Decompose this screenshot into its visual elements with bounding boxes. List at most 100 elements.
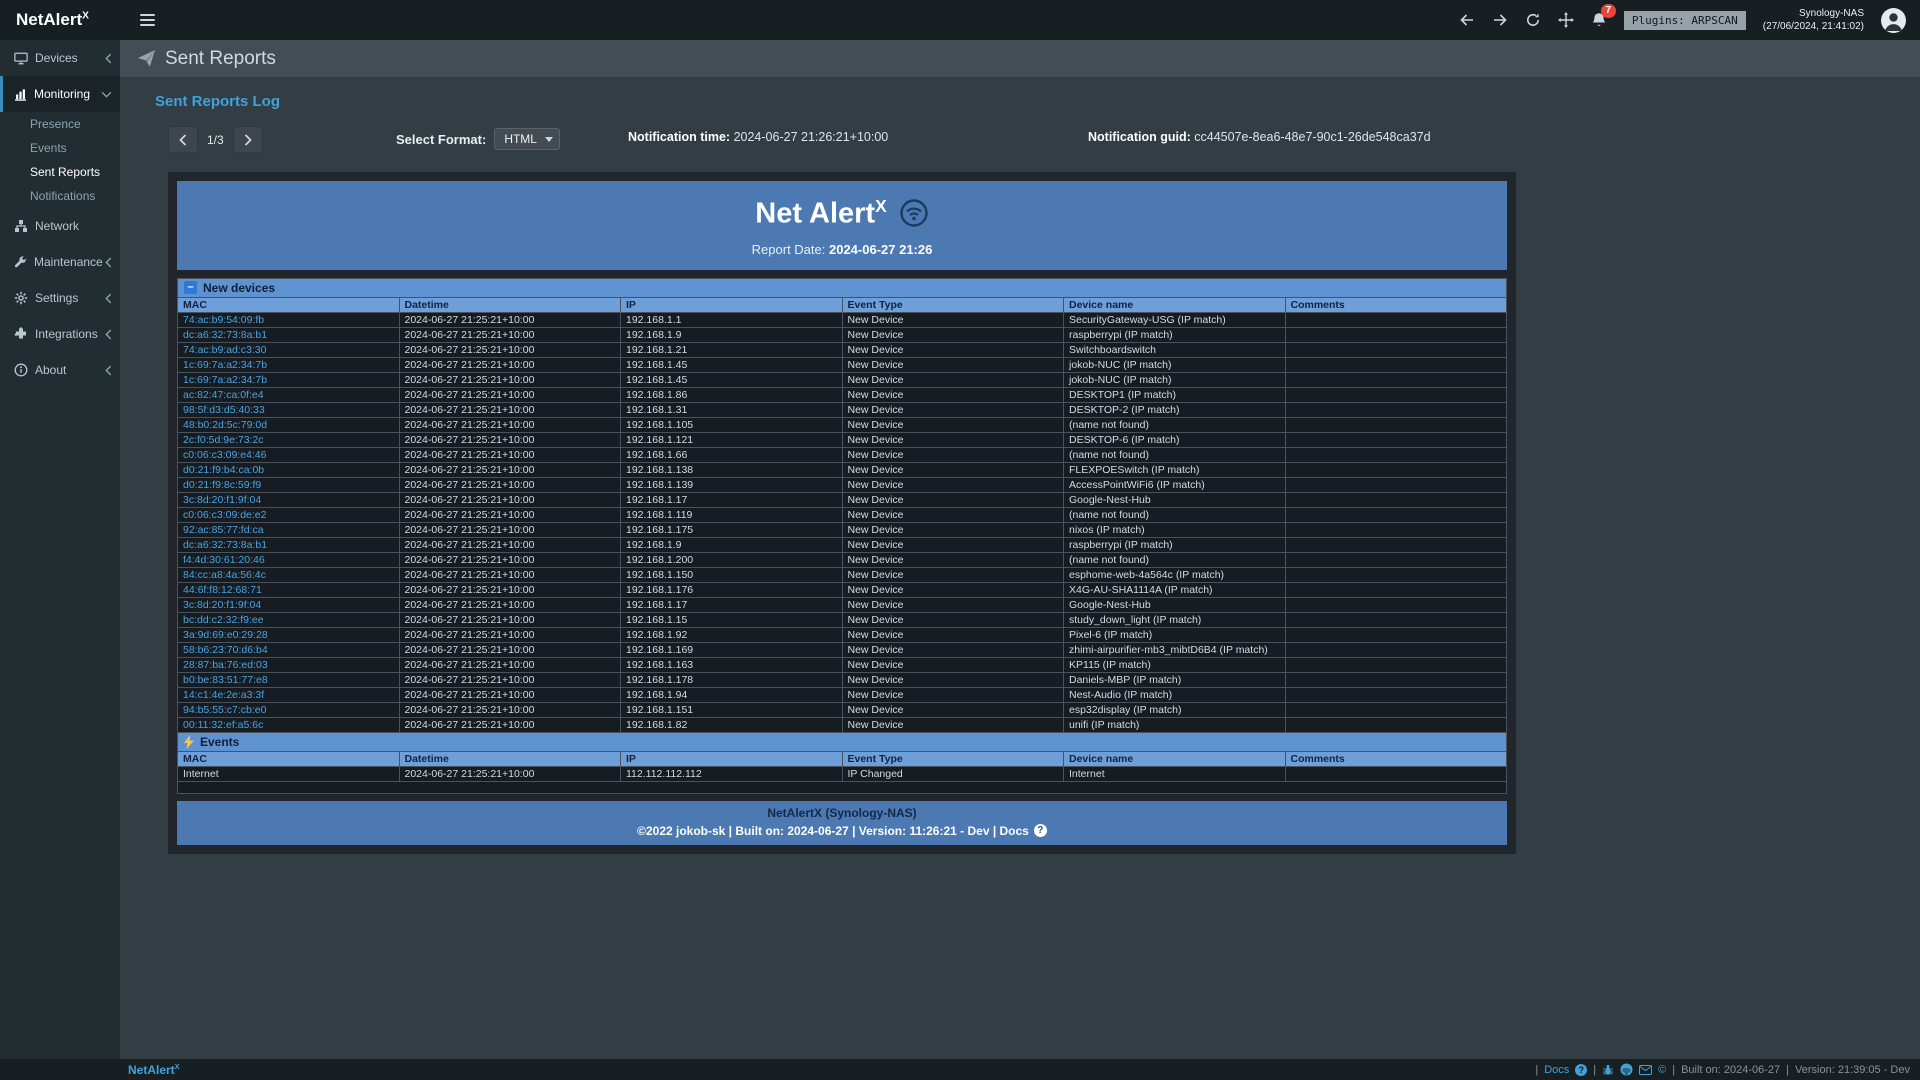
- table-row: 28:87:ba:76:ed:032024-06-27 21:25:21+10:…: [178, 657, 1507, 672]
- page-title: Sent Reports: [165, 48, 276, 70]
- notification-guid-value: cc44507e-8ea6-48e7-90c1-26de548ca37d: [1194, 130, 1430, 144]
- app-logo[interactable]: NetAlertX: [0, 10, 120, 30]
- move-icon[interactable]: [1558, 12, 1574, 28]
- cell: 192.168.1.94: [621, 687, 843, 702]
- sub-item-label: Notifications: [30, 189, 95, 203]
- cell: AccessPointWiFi6 (IP match): [1064, 477, 1286, 492]
- report-controls: 1/3 Select Format: HTML Notification tim…: [120, 120, 1920, 166]
- network-icon: [14, 219, 28, 233]
- table-row: 2c:f0:5d:9e:73:2c2024-06-27 21:25:21+10:…: [178, 432, 1507, 447]
- report-title: Net AlertX: [177, 196, 1507, 231]
- next-page-button[interactable]: [233, 126, 263, 153]
- sidebar-item-notifications[interactable]: Notifications: [0, 184, 120, 208]
- mac-link[interactable]: 74:ac:b9:54:09:fb: [178, 312, 400, 327]
- cell: 2024-06-27 21:25:21+10:00: [399, 372, 621, 387]
- mac-link[interactable]: 14:c1:4e:2e:a3:3f: [178, 687, 400, 702]
- sidebar-item-devices[interactable]: Devices: [0, 40, 120, 76]
- mac-link[interactable]: d0:21:f9:b4:ca:0b: [178, 462, 400, 477]
- table-row: f4:4d:30:61:20:462024-06-27 21:25:21+10:…: [178, 552, 1507, 567]
- mac-link[interactable]: 58:b6:23:70:d6:b4: [178, 642, 400, 657]
- docs-link[interactable]: Docs: [1544, 1064, 1569, 1076]
- mail-icon[interactable]: [1639, 1065, 1652, 1075]
- sidebar-item-about[interactable]: About: [0, 352, 120, 388]
- mac-link[interactable]: bc:dd:c2:32:f9:ee: [178, 612, 400, 627]
- sidebar-item-network[interactable]: Network: [0, 208, 120, 244]
- cell: (name not found): [1064, 552, 1286, 567]
- mac-link[interactable]: b0:be:83:51:77:e8: [178, 672, 400, 687]
- nav-back-icon[interactable]: [1459, 12, 1475, 28]
- mac-link[interactable]: 3a:9d:69:e0:29:28: [178, 627, 400, 642]
- cell: New Device: [842, 552, 1064, 567]
- cell: DESKTOP-2 (IP match): [1064, 402, 1286, 417]
- table-row: 3a:9d:69:e0:29:282024-06-27 21:25:21+10:…: [178, 627, 1507, 642]
- cell: study_down_light (IP match): [1064, 612, 1286, 627]
- mac-link[interactable]: d0:21:f9:8c:59:f9: [178, 477, 400, 492]
- refresh-icon[interactable]: [1525, 12, 1541, 28]
- mac-link[interactable]: 92:ac:85:77:fd:ca: [178, 522, 400, 537]
- mac-link[interactable]: 74:ac:b9:ad:c3:30: [178, 342, 400, 357]
- user-avatar[interactable]: [1881, 8, 1906, 33]
- footer-brand-link[interactable]: NetAlertX: [128, 1062, 179, 1077]
- sidebar-item-label: Network: [35, 219, 112, 233]
- footer-links: | Docs ? | © | Built on: 2024-06-27 | Ve…: [1535, 1063, 1910, 1076]
- sidebar-item-presence[interactable]: Presence: [0, 112, 120, 136]
- mac-link[interactable]: 28:87:ba:76:ed:03: [178, 657, 400, 672]
- mac-link[interactable]: 3c:8d:20:f1:9f:04: [178, 492, 400, 507]
- sub-item-label: Events: [30, 141, 67, 155]
- github-icon[interactable]: [1620, 1063, 1633, 1076]
- mac-link[interactable]: 98:5f:d3:d5:40:33: [178, 402, 400, 417]
- report-date: Report Date: 2024-06-27 21:26: [177, 242, 1507, 257]
- sidebar-item-events[interactable]: Events: [0, 136, 120, 160]
- mac-link[interactable]: 48:b0:2d:5c:79:0d: [178, 417, 400, 432]
- table-row: 92:ac:85:77:fd:ca2024-06-27 21:25:21+10:…: [178, 522, 1507, 537]
- cell: Pixel-6 (IP match): [1064, 627, 1286, 642]
- help-icon[interactable]: ?: [1575, 1064, 1587, 1076]
- mac-link[interactable]: c0:06:c3:09:e4:46: [178, 447, 400, 462]
- table-row: dc:a6:32:73:8a:b12024-06-27 21:25:21+10:…: [178, 327, 1507, 342]
- cell: [1285, 702, 1507, 717]
- cell: unifi (IP match): [1064, 717, 1286, 732]
- report-footer: NetAlertX (Synology-NAS) ©2022 jokob-sk …: [177, 801, 1507, 845]
- mac-link[interactable]: 94:b5:55:c7:cb:e0: [178, 702, 400, 717]
- cell: 2024-06-27 21:25:21+10:00: [399, 672, 621, 687]
- notifications-bell-icon[interactable]: 7: [1591, 12, 1607, 28]
- mac-link[interactable]: c0:06:c3:09:de:e2: [178, 507, 400, 522]
- mac-link[interactable]: 2c:f0:5d:9e:73:2c: [178, 432, 400, 447]
- cell: New Device: [842, 597, 1064, 612]
- copyright-icon[interactable]: ©: [1658, 1064, 1666, 1076]
- sidebar-item-maintenance[interactable]: Maintenance: [0, 244, 120, 280]
- cell: 2024-06-27 21:25:21+10:00: [399, 357, 621, 372]
- cell: SecurityGateway-USG (IP match): [1064, 312, 1286, 327]
- mac-link[interactable]: dc:a6:32:73:8a:b1: [178, 327, 400, 342]
- sidebar-item-monitoring[interactable]: Monitoring: [0, 76, 120, 112]
- mac-link[interactable]: 44:6f:f8:12:68:71: [178, 582, 400, 597]
- table-row: 3c:8d:20:f1:9f:042024-06-27 21:25:21+10:…: [178, 492, 1507, 507]
- cell: Google-Nest-Hub: [1064, 597, 1286, 612]
- cell: [1285, 462, 1507, 477]
- mac-link[interactable]: ac:82:47:ca:0f:e4: [178, 387, 400, 402]
- prev-page-button[interactable]: [168, 126, 198, 153]
- notification-time: Notification time: 2024-06-27 21:26:21+1…: [628, 130, 888, 144]
- mac-link[interactable]: f4:4d:30:61:20:46: [178, 552, 400, 567]
- events-rows: Internet2024-06-27 21:25:21+10:00112.112…: [178, 766, 1507, 781]
- cell: 2024-06-27 21:25:21+10:00: [399, 447, 621, 462]
- nav-forward-icon[interactable]: [1492, 12, 1508, 28]
- sidebar-item-integrations[interactable]: Integrations: [0, 316, 120, 352]
- sidebar-item-sent-reports[interactable]: Sent Reports: [0, 160, 120, 184]
- mac-link[interactable]: 1c:69:7a:a2:34:7b: [178, 357, 400, 372]
- mac-link[interactable]: 3c:8d:20:f1:9f:04: [178, 597, 400, 612]
- cell: 192.168.1.200: [621, 552, 843, 567]
- cell: [1285, 477, 1507, 492]
- sidebar-toggle-button[interactable]: [140, 11, 155, 29]
- sidebar-item-settings[interactable]: Settings: [0, 280, 120, 316]
- plugins-status-badge[interactable]: Plugins: ARPSCAN: [1624, 11, 1746, 30]
- mac-link[interactable]: 00:11:32:ef:a5:6c: [178, 717, 400, 732]
- cell: [1285, 387, 1507, 402]
- bug-report-icon[interactable]: [1602, 1064, 1614, 1076]
- mac-link[interactable]: 1c:69:7a:a2:34:7b: [178, 372, 400, 387]
- format-select[interactable]: HTML: [494, 128, 560, 150]
- help-icon[interactable]: ?: [1034, 824, 1047, 837]
- mac-link[interactable]: 84:cc:a8:4a:56:4c: [178, 567, 400, 582]
- cell: New Device: [842, 492, 1064, 507]
- mac-link[interactable]: dc:a6:32:73:8a:b1: [178, 537, 400, 552]
